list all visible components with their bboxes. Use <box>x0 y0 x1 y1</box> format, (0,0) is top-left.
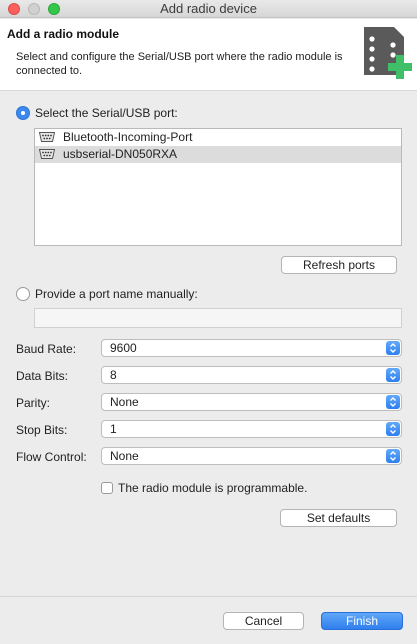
parity-label: Parity: <box>16 396 51 410</box>
baud-rate-label: Baud Rate: <box>16 342 77 356</box>
cancel-button[interactable]: Cancel <box>223 612 304 630</box>
programmable-checkbox[interactable] <box>101 482 113 494</box>
manual-port-input[interactable] <box>34 308 402 328</box>
flow-control-label: Flow Control: <box>16 450 87 464</box>
chevron-up-down-icon <box>386 449 400 463</box>
dialog-header: Add a radio module Select and configure … <box>0 19 417 91</box>
chevron-up-down-icon <box>386 395 400 409</box>
programmable-label: The radio module is programmable. <box>118 481 308 495</box>
flow-control-value: None <box>110 449 139 463</box>
manual-port-option-label: Provide a port name manually: <box>35 287 198 301</box>
stop-bits-value: 1 <box>110 422 117 436</box>
stop-bits-select[interactable]: 1 <box>101 420 402 438</box>
serial-port-icon <box>39 132 55 142</box>
chevron-up-down-icon <box>386 422 400 436</box>
list-item[interactable]: usbserial-DN050RXA <box>35 146 401 163</box>
finish-button[interactable]: Finish <box>321 612 403 630</box>
serial-port-option-label: Select the Serial/USB port: <box>35 106 178 120</box>
baud-rate-value: 9600 <box>110 341 137 355</box>
title-bar: Add radio device <box>0 0 417 18</box>
chevron-up-down-icon <box>386 341 400 355</box>
serial-port-radio[interactable] <box>16 106 30 120</box>
data-bits-value: 8 <box>110 368 117 382</box>
parity-select[interactable]: None <box>101 393 402 411</box>
port-label: Bluetooth-Incoming-Port <box>63 130 193 144</box>
serial-port-icon <box>39 149 55 159</box>
parity-value: None <box>110 395 139 409</box>
data-bits-label: Data Bits: <box>16 369 69 383</box>
window-title: Add radio device <box>160 1 257 16</box>
radio-module-add-icon <box>364 27 412 79</box>
flow-control-select[interactable]: None <box>101 447 402 465</box>
chevron-up-down-icon <box>386 368 400 382</box>
set-defaults-button[interactable]: Set defaults <box>280 509 397 527</box>
port-label: usbserial-DN050RXA <box>63 147 178 161</box>
refresh-ports-button[interactable]: Refresh ports <box>281 256 397 274</box>
stop-bits-label: Stop Bits: <box>16 423 68 437</box>
baud-rate-select[interactable]: 9600 <box>101 339 402 357</box>
port-list[interactable]: Bluetooth-Incoming-Port usbserial-DN050R… <box>34 128 402 246</box>
list-item[interactable]: Bluetooth-Incoming-Port <box>35 129 401 146</box>
header-description: Select and configure the Serial/USB port… <box>16 51 343 77</box>
header-title: Add a radio module <box>7 27 120 41</box>
data-bits-select[interactable]: 8 <box>101 366 402 384</box>
manual-port-radio[interactable] <box>16 287 30 301</box>
